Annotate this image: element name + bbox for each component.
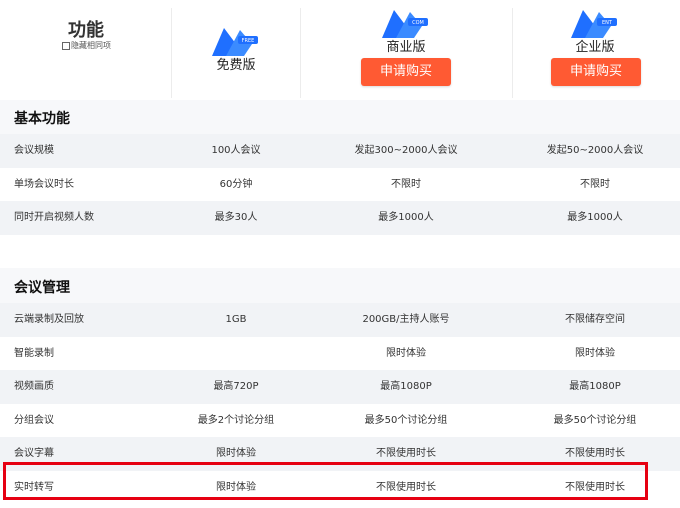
feature-name: 视频画质 (14, 381, 54, 392)
business-buy-button[interactable]: 申请购买 (361, 58, 451, 86)
feature-name: 单场会议时长 (14, 179, 74, 190)
svg-text:COM: COM (412, 20, 424, 26)
business-value: 发起300~2000人会议 (354, 145, 458, 156)
enterprise-value: 最多50个讨论分组 (553, 415, 637, 426)
section-header-bg (0, 100, 680, 136)
free-value: 限时体验 (216, 448, 256, 459)
free-value: 最高720P (213, 381, 259, 392)
free-value: 60分钟 (219, 179, 253, 190)
table-row: 会议字幕 限时体验 不限使用时长 不限使用时长 (0, 437, 680, 471)
enterprise-value: 最高1080P (569, 381, 621, 392)
plan-header: 功能 隐藏相同项 FREE 免费版 COM 商业版 申请购买 ENT 企业版 申… (0, 0, 680, 100)
section-title-basic: 基本功能 (14, 111, 70, 127)
feature-name: 实时转写 (14, 482, 54, 493)
feature-column-title: 功能 (68, 20, 104, 41)
enterprise-value: 不限使用时长 (565, 482, 625, 493)
business-value: 限时体验 (386, 348, 426, 359)
free-value: 最多2个讨论分组 (197, 415, 275, 426)
business-value: 不限时 (391, 179, 421, 190)
hide-same-toggle[interactable]: 隐藏相同项 (62, 40, 111, 51)
business-value: 最多1000人 (378, 212, 434, 223)
column-divider (300, 8, 301, 98)
enterprise-buy-button[interactable]: 申请购买 (551, 58, 641, 86)
business-value: 不限使用时长 (376, 448, 436, 459)
free-value: 1GB (225, 314, 247, 325)
svg-text:FREE: FREE (242, 38, 255, 44)
free-plan-logo-icon: FREE (212, 28, 258, 56)
table-row: 云端录制及回放 1GB 200GB/主持人账号 不限储存空间 (0, 303, 680, 337)
enterprise-value: 发起50~2000人会议 (546, 145, 644, 156)
svg-text:ENT: ENT (602, 20, 613, 26)
section-title-meeting-management: 会议管理 (14, 280, 70, 296)
feature-name: 会议字幕 (14, 448, 54, 459)
feature-name: 云端录制及回放 (14, 314, 84, 325)
free-value: 最多30人 (214, 212, 258, 223)
table-row: 会议规模 100人会议 发起300~2000人会议 发起50~2000人会议 (0, 134, 680, 168)
enterprise-value: 不限储存空间 (565, 314, 625, 325)
enterprise-value: 限时体验 (575, 348, 615, 359)
plan-name-business: 商业版 (386, 40, 426, 55)
enterprise-plan-logo-icon: ENT (571, 10, 617, 38)
enterprise-value: 不限时 (580, 179, 610, 190)
business-plan-logo-icon: COM (382, 10, 428, 38)
business-value: 最高1080P (380, 381, 432, 392)
free-value: 限时体验 (216, 482, 256, 493)
table-row: 智能录制 限时体验 限时体验 (0, 337, 680, 371)
table-row: 视频画质 最高720P 最高1080P 最高1080P (0, 370, 680, 404)
business-value: 最多50个讨论分组 (364, 415, 448, 426)
section-header-bg (0, 268, 680, 304)
enterprise-value: 不限使用时长 (565, 448, 625, 459)
enterprise-value: 最多1000人 (567, 212, 623, 223)
plan-name-enterprise: 企业版 (575, 40, 615, 55)
feature-name: 会议规模 (14, 145, 54, 156)
plan-name-free: 免费版 (216, 58, 256, 73)
column-divider (171, 8, 172, 98)
business-value: 200GB/主持人账号 (362, 314, 450, 325)
table-row: 单场会议时长 60分钟 不限时 不限时 (0, 168, 680, 202)
feature-name: 智能录制 (14, 348, 54, 359)
feature-name: 同时开启视频人数 (14, 212, 94, 223)
checkbox[interactable] (62, 41, 70, 50)
free-value: 100人会议 (211, 145, 261, 156)
table-row: 实时转写 限时体验 不限使用时长 不限使用时长 (0, 471, 680, 505)
feature-name: 分组会议 (14, 415, 54, 426)
hide-same-label: 隐藏相同项 (71, 41, 111, 50)
table-row: 同时开启视频人数 最多30人 最多1000人 最多1000人 (0, 201, 680, 235)
business-value: 不限使用时长 (376, 482, 436, 493)
free-value (176, 337, 296, 371)
column-divider (512, 8, 513, 98)
table-row: 分组会议 最多2个讨论分组 最多50个讨论分组 最多50个讨论分组 (0, 404, 680, 438)
